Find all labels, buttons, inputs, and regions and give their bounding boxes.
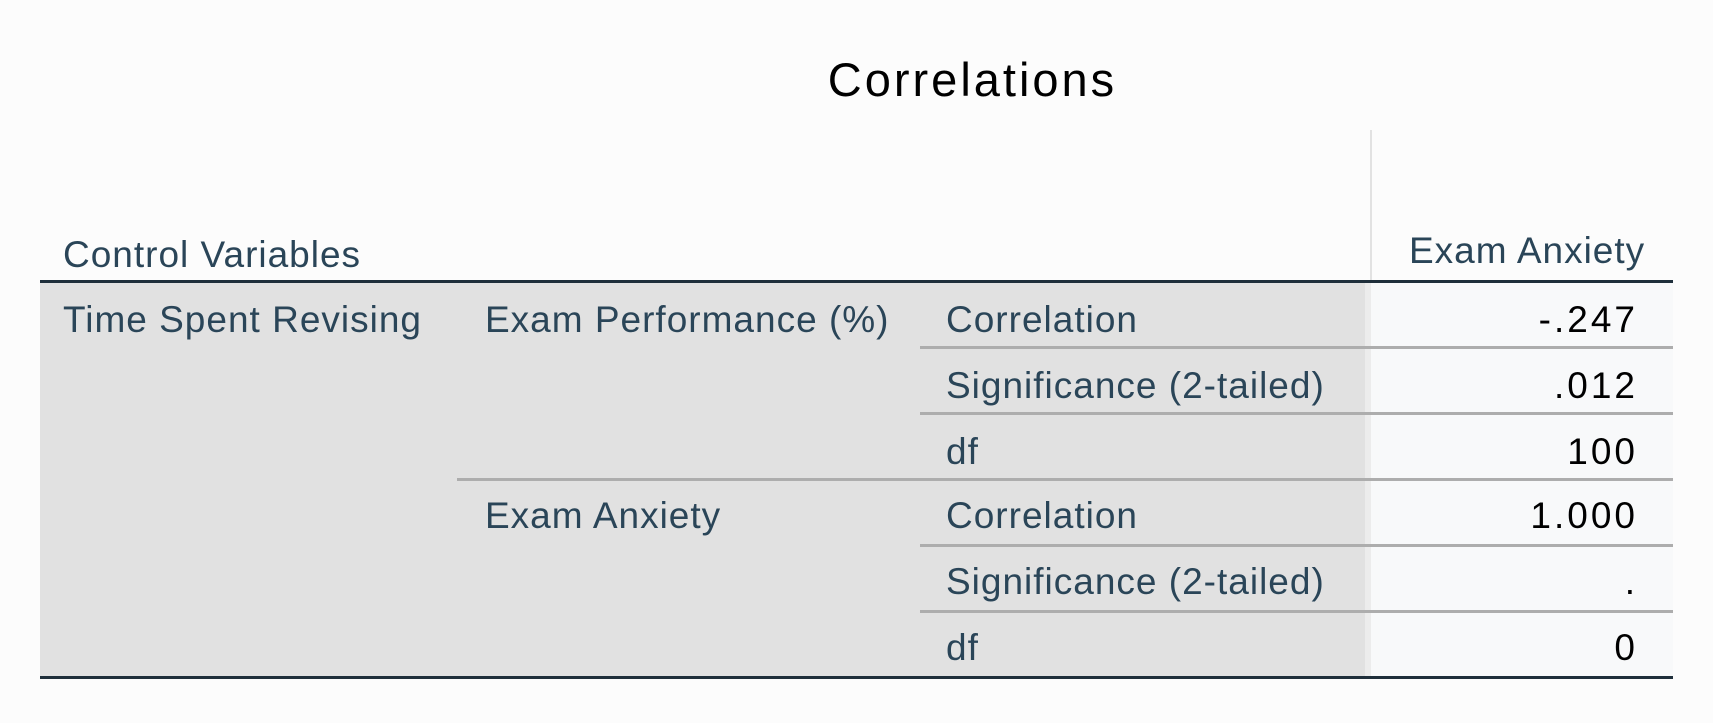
group-separator <box>457 478 1673 481</box>
table-bottom-rule <box>40 676 1673 679</box>
header-column-divider <box>1370 130 1372 280</box>
output-panel: Correlations Control Variables Exam Anxi… <box>0 0 1713 723</box>
row-separator <box>920 610 1673 613</box>
row-separator <box>920 544 1673 547</box>
value-cell: 1.000 <box>1530 495 1638 536</box>
value-cell: 0 <box>1614 627 1638 668</box>
row-separator <box>920 346 1673 349</box>
value-cell: -.247 <box>1538 299 1638 340</box>
value-cell: 100 <box>1567 431 1638 472</box>
table-title: Correlations <box>827 53 1118 106</box>
stat-label: Correlation <box>946 495 1138 536</box>
stat-label: Significance (2-tailed) <box>946 561 1325 602</box>
variable-label-exam-anxiety: Exam Anxiety <box>485 495 722 536</box>
stat-label: Significance (2-tailed) <box>946 365 1325 406</box>
variable-label-exam-performance: Exam Performance (%) <box>485 299 890 340</box>
stat-label: df <box>946 431 979 472</box>
row-separator <box>920 412 1673 415</box>
stat-label: df <box>946 627 979 668</box>
value-cell: . <box>1624 561 1638 602</box>
stat-label: Correlation <box>946 299 1138 340</box>
control-variables-header: Control Variables <box>63 234 362 275</box>
exam-anxiety-column-header: Exam Anxiety <box>1409 230 1646 271</box>
value-cell: .012 <box>1553 365 1638 406</box>
control-variable-label: Time Spent Revising <box>63 299 422 340</box>
